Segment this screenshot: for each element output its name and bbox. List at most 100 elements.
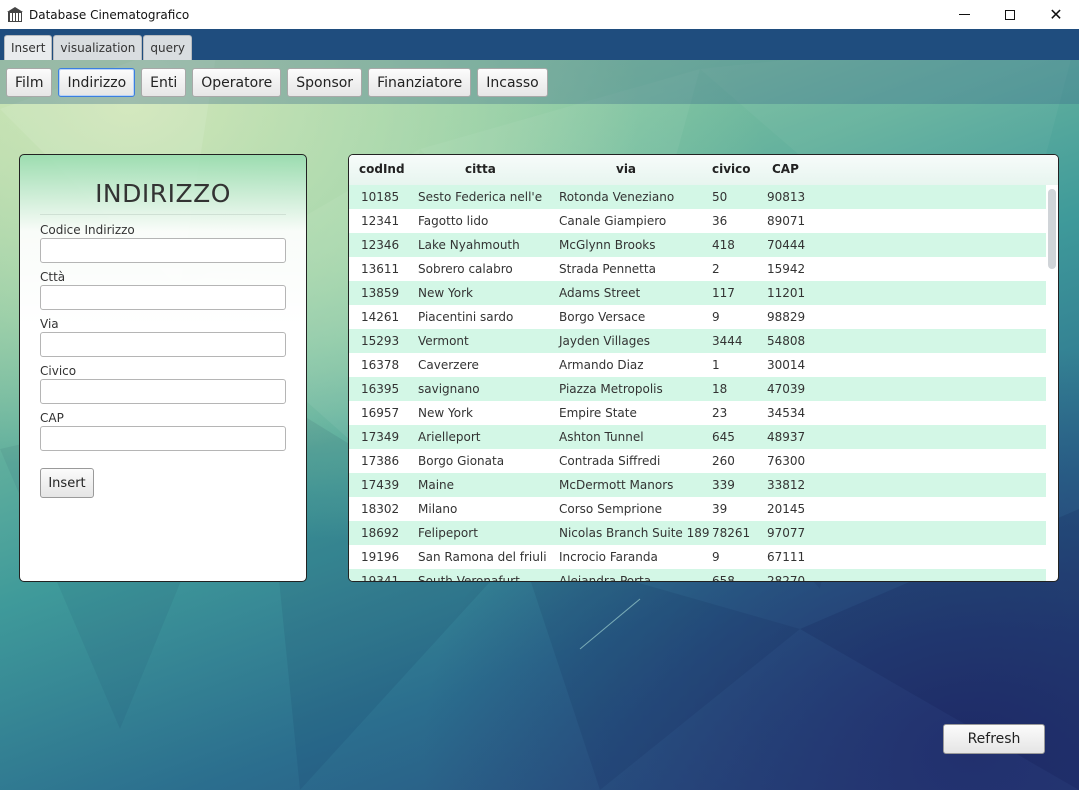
cell-citta: Arielleport bbox=[418, 430, 481, 444]
table-vertical-scrollbar[interactable] bbox=[1048, 189, 1056, 269]
cell-cap: 48937 bbox=[767, 430, 806, 444]
indirizzo-form-panel: INDIRIZZO Codice Indirizzo Cttà Via Civi… bbox=[19, 154, 307, 582]
cap-label: CAP bbox=[40, 411, 64, 425]
cell-cap: 30014 bbox=[767, 358, 806, 372]
codice-indirizzo-label: Codice Indirizzo bbox=[40, 223, 135, 237]
cell-via: Alejandra Porta bbox=[559, 574, 652, 581]
cell-citta: Felipeport bbox=[418, 526, 478, 540]
maximize-button[interactable] bbox=[987, 0, 1033, 29]
cell-civico: 645 bbox=[712, 430, 735, 444]
minimize-button[interactable] bbox=[941, 0, 987, 29]
cell-codind: 19341 bbox=[361, 574, 400, 581]
table-row[interactable]: 16957 New York Empire State 23 34534 bbox=[349, 401, 1046, 425]
citta-input[interactable] bbox=[40, 285, 286, 310]
cell-civico: 339 bbox=[712, 478, 735, 492]
table-row[interactable]: 12341 Fagotto lido Canale Giampiero 36 89071 bbox=[349, 209, 1046, 233]
cell-civico: 658 bbox=[712, 574, 735, 581]
cell-codind: 18302 bbox=[361, 502, 400, 516]
column-header-civico[interactable]: civico bbox=[712, 162, 751, 176]
cell-citta: New York bbox=[418, 286, 473, 300]
cell-citta: Caverzere bbox=[418, 358, 479, 372]
film-button[interactable]: Film bbox=[6, 68, 53, 97]
cell-via: Jayden Villages bbox=[559, 334, 650, 348]
cell-via: Nicolas Branch Suite 189 bbox=[559, 526, 710, 540]
enti-button[interactable]: Enti bbox=[141, 68, 187, 97]
table-row[interactable]: 15293 Vermont Jayden Villages 3444 54808 bbox=[349, 329, 1046, 353]
window-title: Database Cinematografico bbox=[29, 7, 190, 22]
cell-codind: 16395 bbox=[361, 382, 400, 396]
incasso-button[interactable]: Incasso bbox=[477, 68, 548, 97]
cell-codind: 18692 bbox=[361, 526, 400, 540]
cell-cap: 70444 bbox=[767, 238, 806, 252]
cell-cap: 97077 bbox=[767, 526, 806, 540]
table-row[interactable]: 14261 Piacentini sardo Borgo Versace 9 98829 bbox=[349, 305, 1046, 329]
codice-indirizzo-input[interactable] bbox=[40, 238, 286, 263]
cell-citta: Borgo Gionata bbox=[418, 454, 505, 468]
sponsor-button[interactable]: Sponsor bbox=[287, 68, 363, 97]
finanziatore-button[interactable]: Finanziatore bbox=[368, 68, 472, 97]
entity-toolbar: Film Indirizzo Enti Operatore Sponsor Fi… bbox=[0, 60, 1079, 104]
tab-header: Insert visualization query bbox=[0, 29, 1079, 60]
cell-via: Corso Semprione bbox=[559, 502, 662, 516]
cell-cap: 47039 bbox=[767, 382, 806, 396]
cell-codind: 13611 bbox=[361, 262, 400, 276]
column-header-codind[interactable]: codInd bbox=[359, 162, 405, 176]
table-row[interactable]: 18302 Milano Corso Semprione 39 20145 bbox=[349, 497, 1046, 521]
cell-citta: Milano bbox=[418, 502, 458, 516]
table-row[interactable]: 17439 Maine McDermott Manors 339 33812 bbox=[349, 473, 1046, 497]
cell-civico: 2 bbox=[712, 262, 720, 276]
cell-civico: 9 bbox=[712, 310, 720, 324]
cell-via: Ashton Tunnel bbox=[559, 430, 644, 444]
tab-visualization[interactable]: visualization bbox=[53, 35, 143, 60]
cell-cap: 34534 bbox=[767, 406, 806, 420]
cell-codind: 14261 bbox=[361, 310, 400, 324]
cell-via: McDermott Manors bbox=[559, 478, 674, 492]
civico-label: Civico bbox=[40, 364, 77, 378]
cell-cap: 11201 bbox=[767, 286, 806, 300]
table-row[interactable]: 19341 South Veronafurt Alejandra Porta 658 2… bbox=[349, 569, 1046, 581]
cell-cap: 98829 bbox=[767, 310, 806, 324]
tab-query[interactable]: query bbox=[143, 35, 193, 60]
cell-citta: Sobrero calabro bbox=[418, 262, 513, 276]
cell-civico: 36 bbox=[712, 214, 728, 228]
cell-cap: 76300 bbox=[767, 454, 806, 468]
operatore-button[interactable]: Operatore bbox=[192, 68, 282, 97]
cell-codind: 16957 bbox=[361, 406, 400, 420]
table-row[interactable]: 13611 Sobrero calabro Strada Pennetta 2 1594… bbox=[349, 257, 1046, 281]
table-row[interactable]: 13859 New York Adams Street 117 11201 bbox=[349, 281, 1046, 305]
via-input[interactable] bbox=[40, 332, 286, 357]
column-header-citta[interactable]: citta bbox=[465, 162, 496, 176]
cell-codind: 10185 bbox=[361, 190, 400, 204]
cell-cap: 33812 bbox=[767, 478, 806, 492]
cap-input[interactable] bbox=[40, 426, 286, 451]
table-row[interactable]: 16395 savignano Piazza Metropolis 18 47039 bbox=[349, 377, 1046, 401]
via-label: Via bbox=[40, 317, 59, 331]
indirizzo-button[interactable]: Indirizzo bbox=[58, 68, 136, 97]
tab-insert[interactable]: Insert bbox=[4, 35, 53, 60]
cell-codind: 16378 bbox=[361, 358, 400, 372]
cell-civico: 18 bbox=[712, 382, 728, 396]
cell-civico: 117 bbox=[712, 286, 735, 300]
table-row[interactable]: 12346 Lake Nyahmouth McGlynn Brooks 418 7044… bbox=[349, 233, 1046, 257]
cell-civico: 9 bbox=[712, 550, 720, 564]
cell-civico: 418 bbox=[712, 238, 735, 252]
cell-citta: Sesto Federica nell'e bbox=[418, 190, 543, 204]
table-row[interactable]: 17349 Arielleport Ashton Tunnel 645 48937 bbox=[349, 425, 1046, 449]
cell-cap: 15942 bbox=[767, 262, 806, 276]
close-button[interactable]: ✕ bbox=[1033, 0, 1079, 29]
table-row[interactable]: 17386 Borgo Gionata Contrada Siffredi 260 76… bbox=[349, 449, 1046, 473]
refresh-button[interactable]: Refresh bbox=[943, 724, 1045, 754]
cell-cap: 54808 bbox=[767, 334, 806, 348]
column-header-via[interactable]: via bbox=[616, 162, 636, 176]
table-row[interactable]: 16378 Caverzere Armando Diaz 1 30014 bbox=[349, 353, 1046, 377]
tab-strip: Insert visualization query bbox=[4, 35, 193, 60]
cell-citta: savignano bbox=[418, 382, 480, 396]
civico-input[interactable] bbox=[40, 379, 286, 404]
cell-citta: Piacentini sardo bbox=[418, 310, 514, 324]
column-header-cap[interactable]: CAP bbox=[772, 162, 799, 176]
table-row[interactable]: 10185 Sesto Federica nell'e Rotonda Venezi… bbox=[349, 185, 1046, 209]
table-row[interactable]: 19196 San Ramona del friuli Incrocio Faran… bbox=[349, 545, 1046, 569]
insert-button[interactable]: Insert bbox=[40, 468, 94, 498]
cell-codind: 12346 bbox=[361, 238, 400, 252]
table-row[interactable]: 18692 Felipeport Nicolas Branch Suite 189 7… bbox=[349, 521, 1046, 545]
